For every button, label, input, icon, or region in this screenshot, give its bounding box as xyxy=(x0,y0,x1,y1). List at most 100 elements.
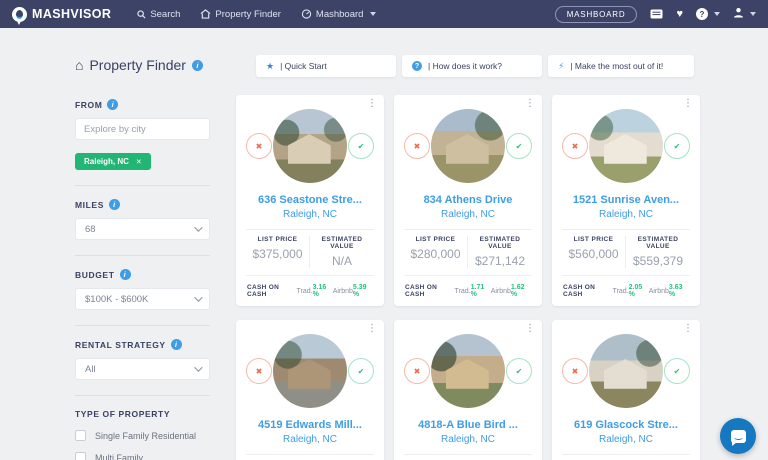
help-menu[interactable]: ? xyxy=(696,8,720,20)
airbnb-value: 5.39 % xyxy=(353,284,373,298)
from-label-row: FROM i xyxy=(75,99,210,110)
property-address-link[interactable]: 619 Glascock Stre... xyxy=(562,419,690,431)
checkbox-label: Single Family Residential xyxy=(95,431,196,441)
budget-select[interactable]: $100K - $600K xyxy=(75,288,210,310)
budget-value: $100K - $600K xyxy=(85,294,148,305)
property-city-link[interactable]: Raleigh, NC xyxy=(246,434,374,445)
kebab-menu-icon[interactable]: ⋮ xyxy=(525,98,535,109)
list-price-col: LIST PRICE $560,000 xyxy=(562,236,626,268)
property-city-link[interactable]: Raleigh, NC xyxy=(404,434,532,445)
photo-row: ✖ ✔ xyxy=(404,109,532,183)
accept-button[interactable]: ✔ xyxy=(664,358,690,384)
home-icon[interactable]: ⌂ xyxy=(75,57,83,73)
reject-button[interactable]: ✖ xyxy=(562,358,588,384)
check-icon: ✔ xyxy=(674,142,681,151)
card-icon[interactable] xyxy=(650,9,663,19)
info-icon[interactable]: i xyxy=(171,339,182,350)
nav-search[interactable]: Search xyxy=(137,9,180,20)
nav-property-finder-label: Property Finder xyxy=(215,9,280,20)
property-address-link[interactable]: 636 Seastone Stre... xyxy=(246,194,374,206)
search-icon xyxy=(137,10,146,19)
quick-start-button[interactable]: ★ | Quick Start xyxy=(256,55,396,77)
checkbox-single-family[interactable]: Single Family Residential xyxy=(75,430,210,441)
reject-button[interactable]: ✖ xyxy=(246,133,272,159)
from-label: FROM xyxy=(75,100,102,110)
kebab-menu-icon[interactable]: ⋮ xyxy=(683,323,693,334)
property-address-link[interactable]: 4818-A Blue Bird ... xyxy=(404,419,532,431)
photo-row: ✖ ✔ xyxy=(562,334,690,408)
reject-button[interactable]: ✖ xyxy=(404,358,430,384)
info-icon[interactable]: i xyxy=(120,269,131,280)
reject-button[interactable]: ✖ xyxy=(404,133,430,159)
city-tag[interactable]: Raleigh, NC ✕ xyxy=(75,153,151,170)
property-city-link[interactable]: Raleigh, NC xyxy=(562,209,690,220)
chat-icon xyxy=(731,430,746,443)
price-row: LIST PRICE $280,000 ESTIMATED VALUE $271… xyxy=(404,229,532,276)
estimated-value-label: ESTIMATED VALUE xyxy=(468,236,532,250)
mashboard-button[interactable]: MASHBOARD xyxy=(555,6,638,23)
property-city-link[interactable]: Raleigh, NC xyxy=(246,209,374,220)
checkbox-icon[interactable] xyxy=(75,430,86,441)
info-icon[interactable]: i xyxy=(109,199,120,210)
kebab-menu-icon[interactable]: ⋮ xyxy=(367,98,377,109)
how-it-works-button[interactable]: ? | How does it work? xyxy=(402,55,542,77)
x-icon: ✖ xyxy=(572,367,579,376)
property-city-link[interactable]: Raleigh, NC xyxy=(562,434,690,445)
property-address-link[interactable]: 834 Athens Drive xyxy=(404,194,532,206)
list-price-label: LIST PRICE xyxy=(246,236,309,243)
heart-icon[interactable]: ♥ xyxy=(676,8,683,20)
miles-label-row: MILES i xyxy=(75,199,210,210)
cash-on-cash-label: CASH ON CASH xyxy=(247,284,297,298)
chevron-down-icon xyxy=(194,223,202,231)
nav-mashboard-label: Mashboard xyxy=(316,9,364,20)
miles-select[interactable]: 68 xyxy=(75,218,210,240)
reject-button[interactable]: ✖ xyxy=(562,133,588,159)
nav-property-finder[interactable]: Property Finder xyxy=(200,9,280,20)
accept-button[interactable]: ✔ xyxy=(348,133,374,159)
accept-button[interactable]: ✔ xyxy=(506,133,532,159)
info-icon[interactable]: i xyxy=(192,60,203,71)
user-icon xyxy=(733,7,744,21)
make-most-button[interactable]: ⚡ | Make the most out of it! xyxy=(548,55,694,77)
info-icon[interactable]: i xyxy=(107,99,118,110)
checkbox-icon[interactable] xyxy=(75,452,86,460)
cash-on-cash-row: CASH ON CASH Trad. 3.16 % Airbnb 5.39 % xyxy=(246,284,374,298)
x-icon: ✖ xyxy=(256,367,263,376)
list-price-label: LIST PRICE xyxy=(404,236,467,243)
airbnb-value: 1.62 % xyxy=(511,284,531,298)
brand[interactable]: MASHVISOR xyxy=(12,7,111,22)
kebab-menu-icon[interactable]: ⋮ xyxy=(367,323,377,334)
property-photo[interactable] xyxy=(431,334,505,408)
rental-strategy-label: RENTAL STRATEGY xyxy=(75,340,166,350)
property-photo[interactable] xyxy=(273,109,347,183)
city-search-input[interactable] xyxy=(75,118,210,140)
checkbox-label: Multi Family xyxy=(95,453,143,460)
estimated-value-label: ESTIMATED VALUE xyxy=(310,236,374,250)
how-it-works-label: | How does it work? xyxy=(428,61,502,71)
reject-button[interactable]: ✖ xyxy=(246,358,272,384)
close-icon[interactable]: ✕ xyxy=(136,158,142,166)
accept-button[interactable]: ✔ xyxy=(348,358,374,384)
property-photo[interactable] xyxy=(589,109,663,183)
property-photo[interactable] xyxy=(589,334,663,408)
property-photo[interactable] xyxy=(431,109,505,183)
property-photo[interactable] xyxy=(273,334,347,408)
accept-button[interactable]: ✔ xyxy=(506,358,532,384)
chat-button[interactable] xyxy=(720,418,756,454)
list-price-col: LIST PRICE $280,000 xyxy=(404,236,468,268)
accept-button[interactable]: ✔ xyxy=(664,133,690,159)
nav-mashboard[interactable]: Mashboard xyxy=(301,9,377,20)
kebab-menu-icon[interactable]: ⋮ xyxy=(525,323,535,334)
kebab-menu-icon[interactable]: ⋮ xyxy=(683,98,693,109)
estimated-value-value: $271,142 xyxy=(468,254,532,268)
property-address-link[interactable]: 4519 Edwards Mill... xyxy=(246,419,374,431)
cash-on-cash-label: CASH ON CASH xyxy=(405,284,455,298)
estimated-value-col: ESTIMATED VALUE $271,142 xyxy=(468,236,532,268)
rental-strategy-select[interactable]: All xyxy=(75,358,210,380)
divider xyxy=(75,395,210,396)
property-grid: ⋮ ✖ ✔ 636 Seastone Stre... Raleigh, NC L… xyxy=(236,95,700,460)
checkbox-multi-family[interactable]: Multi Family xyxy=(75,452,210,460)
property-city-link[interactable]: Raleigh, NC xyxy=(404,209,532,220)
user-menu[interactable] xyxy=(733,7,756,21)
property-address-link[interactable]: 1521 Sunrise Aven... xyxy=(562,194,690,206)
